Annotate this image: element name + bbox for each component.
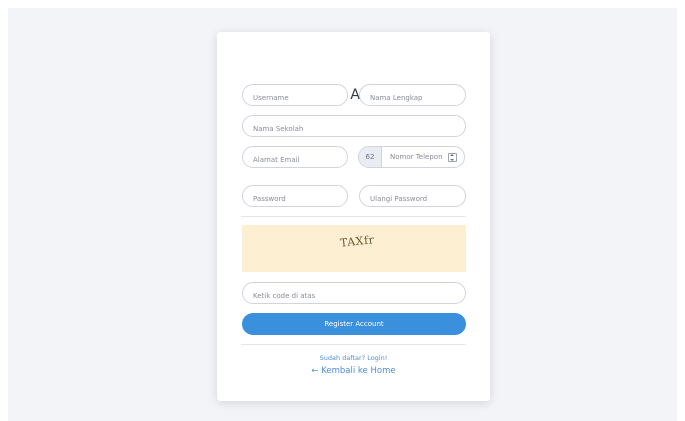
full-name-field[interactable]: [359, 84, 466, 108]
captcha-image: TAXfr: [242, 225, 466, 272]
captcha-input[interactable]: [243, 286, 465, 306]
phone-input[interactable]: [382, 147, 448, 167]
phone-country-code: 62: [359, 147, 382, 167]
login-link[interactable]: Sudah daftar? Login!: [217, 354, 490, 362]
password-field[interactable]: [242, 185, 348, 209]
email-field[interactable]: [242, 146, 348, 170]
school-name-input[interactable]: [243, 119, 465, 139]
captcha-field[interactable]: [242, 282, 466, 306]
divider: [241, 216, 466, 217]
full-name-input[interactable]: [360, 88, 465, 108]
divider: [241, 344, 466, 345]
confirm-password-field[interactable]: [359, 185, 466, 209]
username-input[interactable]: [243, 88, 347, 108]
confirm-password-input[interactable]: [360, 189, 465, 209]
phone-field[interactable]: 62: [358, 146, 465, 168]
username-field[interactable]: [242, 84, 348, 108]
home-link[interactable]: ← Kembali ke Home: [217, 366, 490, 376]
school-name-field[interactable]: [242, 115, 466, 139]
email-input[interactable]: [243, 150, 347, 170]
register-button[interactable]: Register Account: [242, 313, 466, 335]
captcha-code: TAXfr: [339, 233, 375, 250]
number-spinner-icon[interactable]: [448, 152, 457, 162]
password-input[interactable]: [243, 189, 347, 209]
